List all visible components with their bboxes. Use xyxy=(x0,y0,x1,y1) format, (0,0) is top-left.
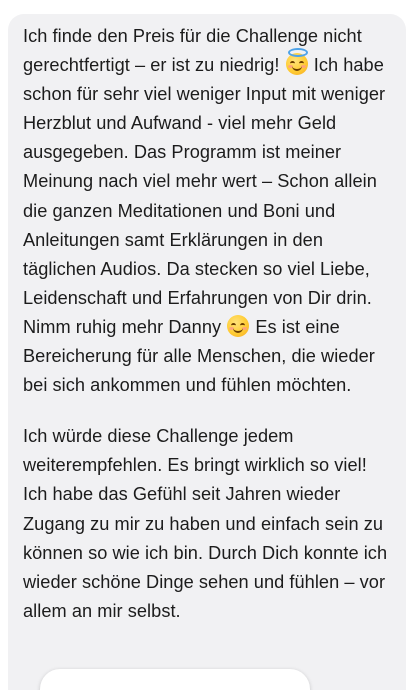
smiling-face-with-halo-icon xyxy=(285,48,308,76)
message-paragraph-2: Ich würde diese Challenge jedem weiterem… xyxy=(23,426,388,621)
chat-screen: Ich finde den Preis für die Challenge ni… xyxy=(0,0,414,690)
reaction-bar[interactable] xyxy=(40,669,310,690)
smiling-face-with-smiling-eyes-icon xyxy=(227,314,250,337)
message-bubble[interactable]: Ich finde den Preis für die Challenge ni… xyxy=(8,14,406,690)
message-paragraph-1: Ich finde den Preis für die Challenge ni… xyxy=(23,22,392,400)
message-text-part-2: Ich habe schon für sehr viel weniger Inp… xyxy=(23,55,386,337)
